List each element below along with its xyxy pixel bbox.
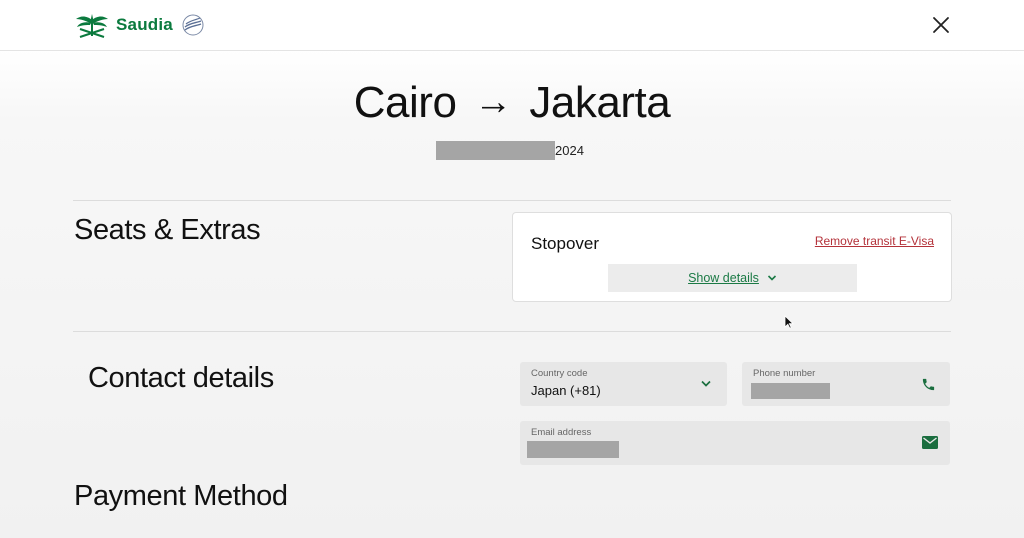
redacted-phone-number [751,383,830,399]
stopover-title: Stopover [531,234,600,253]
saudia-palm-logo-icon [76,14,108,38]
phone-number-field[interactable]: Phone number [742,362,950,406]
mouse-cursor-icon [784,315,794,329]
close-icon[interactable] [928,12,954,38]
section-title-payment-method: Payment Method [74,480,288,512]
remove-transit-evisa-link[interactable]: Remove transit E-Visa [815,234,934,248]
stopover-card: Stopover Remove transit E-Visa Show deta… [512,212,952,302]
country-code-label: Country code [531,368,588,379]
saudia-logo[interactable]: Saudia [74,10,205,40]
email-address-field[interactable]: Email address [520,421,950,465]
origin-city: Cairo [353,78,457,127]
skyteam-logo-icon [182,14,204,36]
redacted-email-address [527,441,619,458]
redacted-date [436,141,555,160]
date-year: 2024 [555,143,584,158]
phone-icon [922,378,935,391]
travel-date: 2024 [436,141,584,160]
divider [73,200,951,201]
divider [73,331,951,332]
brand-name: Saudia [116,15,173,34]
section-title-contact-details: Contact details [88,362,274,394]
country-code-select[interactable]: Country code Japan (+81) [520,362,727,406]
section-title-seats-extras: Seats & Extras [74,214,261,246]
top-bar: Saudia [0,0,1024,51]
destination-city: Jakarta [529,78,671,127]
mail-icon [922,436,938,449]
show-details-label: Show details [688,271,759,285]
chevron-down-icon [701,380,711,387]
country-code-value: Japan (+81) [531,383,601,398]
route-heading: Cairo → Jakarta [0,78,1024,128]
phone-number-label: Phone number [753,368,816,379]
chevron-down-icon [767,275,777,281]
route-arrow-icon: → [474,81,512,123]
email-address-label: Email address [531,427,592,438]
show-details-button[interactable]: Show details [608,264,857,292]
